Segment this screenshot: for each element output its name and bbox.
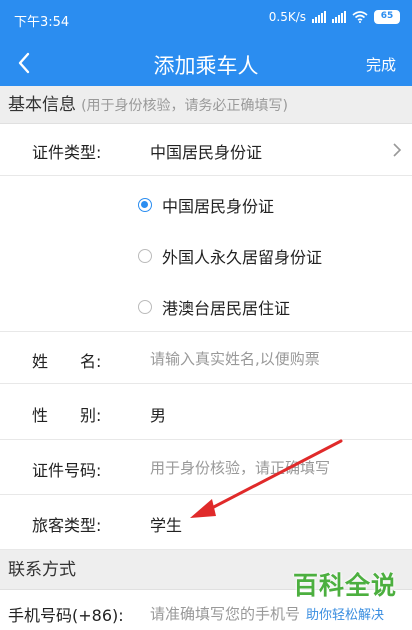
status-icons: 0.5K/s 65 [269, 10, 400, 24]
id-type-value: 中国居民身份证 [150, 143, 263, 162]
gender-row[interactable]: 性 别: 男 [0, 384, 412, 440]
id-option-hmt[interactable]: 港澳台居民居住证 [138, 295, 290, 319]
watermark-main: 百科全说 [292, 571, 397, 600]
phone-label: 手机号码(+86): [8, 606, 124, 625]
nav-bar: 添加乘车人 完成 [0, 40, 412, 86]
status-time: 下午3:54 [14, 15, 70, 30]
basic-info-hint: (用于身份核验，请务必正确填写) [81, 98, 289, 114]
id-option-mainland[interactable]: 中国居民身份证 [138, 193, 274, 217]
id-number-label: 证件号码: [32, 461, 102, 480]
watermark-sub: 助你轻松解决 [305, 608, 384, 623]
id-option-label: 中国居民身份证 [162, 197, 275, 216]
id-number-input[interactable]: 用于身份核验，请正确填写 [150, 457, 330, 478]
id-type-row[interactable]: 证件类型: 中国居民身份证 [0, 124, 412, 176]
battery-icon: 65 [374, 10, 400, 24]
status-bar: 下午3:54 0.5K/s 65 [0, 0, 412, 40]
name-input[interactable]: 请输入真实姓名,以便购票 [150, 348, 320, 369]
signal-icon [312, 11, 326, 23]
name-row[interactable]: 姓 名: 请输入真实姓名,以便购票 [0, 332, 412, 384]
name-label: 姓 名: [32, 352, 102, 371]
id-option-label: 外国人永久居留身份证 [162, 248, 323, 267]
page-title: 添加乘车人 [153, 54, 259, 78]
radio-selected-icon[interactable] [138, 198, 152, 212]
radio-icon[interactable] [138, 249, 152, 263]
id-type-options: 中国居民身份证 外国人永久居留身份证 港澳台居民居住证 [0, 176, 412, 332]
id-option-foreign[interactable]: 外国人永久居留身份证 [138, 244, 322, 268]
passenger-type-label: 旅客类型: [32, 516, 102, 535]
id-option-label: 港澳台居民居住证 [162, 299, 291, 318]
done-button[interactable]: 完成 [366, 54, 396, 75]
signal-icon-2 [332, 11, 346, 23]
gender-label: 性 别: [32, 406, 102, 425]
network-speed: 0.5K/s [268, 10, 306, 24]
watermark-logo: 百科全说 助你轻松解决 [286, 566, 404, 626]
phone-input[interactable]: 请准确填写您的手机号 [150, 603, 300, 624]
passenger-type-row[interactable]: 旅客类型: 学生 [0, 495, 412, 550]
passenger-type-value[interactable]: 学生 [150, 512, 182, 536]
basic-info-header: 基本信息 (用于身份核验，请务必正确填写) [0, 86, 412, 124]
id-type-label: 证件类型: [32, 143, 102, 162]
contact-title: 联系方式 [8, 560, 76, 580]
radio-icon[interactable] [138, 300, 152, 314]
id-number-row[interactable]: 证件号码: 用于身份核验，请正确填写 [0, 440, 412, 495]
wifi-icon [352, 11, 368, 23]
chevron-right-icon [393, 143, 402, 157]
basic-info-title: 基本信息 [8, 95, 76, 115]
gender-value[interactable]: 男 [150, 402, 166, 426]
